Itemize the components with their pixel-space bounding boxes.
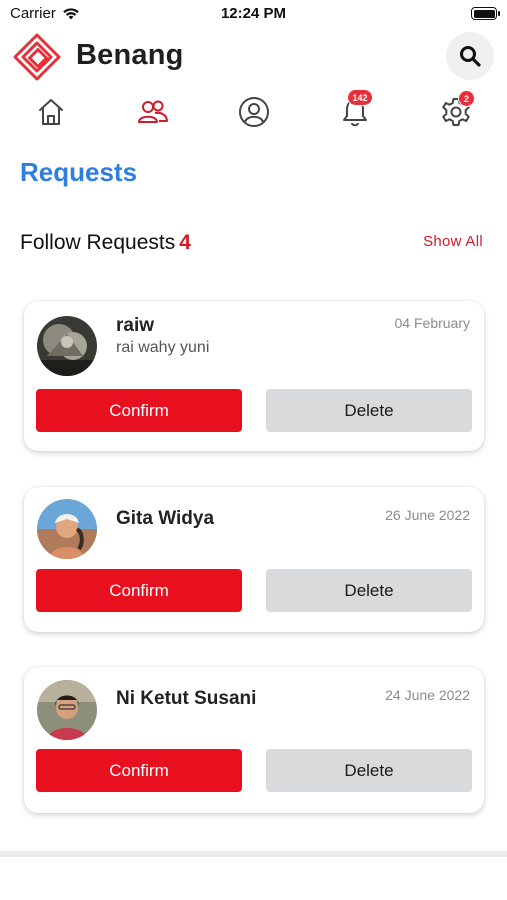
request-date: 26 June 2022 xyxy=(385,507,470,523)
request-user-name: Ni Ketut Susani xyxy=(116,688,257,709)
avatar xyxy=(37,680,97,740)
request-date: 04 February xyxy=(394,315,470,331)
delete-button[interactable]: Delete xyxy=(266,569,472,612)
home-icon xyxy=(39,99,63,125)
section-title: Follow Requests 4 xyxy=(20,231,191,255)
request-count: 4 xyxy=(179,231,191,254)
delete-button[interactable]: Delete xyxy=(266,389,472,432)
notification-badge: 142 xyxy=(347,89,373,106)
battery-icon xyxy=(471,7,500,20)
request-user-name: Gita Widya xyxy=(116,508,215,529)
request-date: 24 June 2022 xyxy=(385,687,470,703)
nav-home[interactable] xyxy=(31,92,71,132)
request-user-handle: rai wahy yuni xyxy=(116,339,210,356)
search-button[interactable] xyxy=(446,32,494,80)
confirm-button[interactable]: Confirm xyxy=(36,569,242,612)
section-label: Follow Requests xyxy=(20,231,176,254)
nav-settings[interactable]: 2 xyxy=(436,90,476,132)
status-bar: Carrier 12:24 PM xyxy=(0,0,507,28)
nav-profile[interactable] xyxy=(234,92,274,132)
confirm-button[interactable]: Confirm xyxy=(36,749,242,792)
request-user-name: raiw xyxy=(116,315,155,336)
request-card: Gita Widya 26 June 2022 Confirm Delete xyxy=(24,487,484,632)
show-all-link[interactable]: Show All xyxy=(423,233,483,250)
top-nav: 142 2 xyxy=(0,88,507,136)
confirm-button[interactable]: Confirm xyxy=(36,389,242,432)
users-icon xyxy=(138,100,168,123)
avatar xyxy=(37,316,97,376)
bottom-divider xyxy=(0,851,507,857)
nav-notifications[interactable]: 142 xyxy=(335,89,375,132)
delete-button[interactable]: Delete xyxy=(266,749,472,792)
nav-friends[interactable] xyxy=(133,92,173,132)
request-card: Ni Ketut Susani 24 June 2022 Confirm Del… xyxy=(24,667,484,813)
request-card: raiw rai wahy yuni 04 February Confirm D… xyxy=(24,301,484,451)
search-icon xyxy=(460,46,481,67)
status-time: 12:24 PM xyxy=(220,5,287,22)
page-title: Requests xyxy=(20,157,138,187)
profile-icon xyxy=(239,97,269,127)
app-title: Benang xyxy=(76,39,184,71)
benang-logo-icon xyxy=(12,32,62,82)
app-header: Benang xyxy=(0,30,507,82)
follow-requests-header: Follow Requests 4 Show All xyxy=(20,229,483,259)
settings-badge: 2 xyxy=(458,90,475,107)
avatar xyxy=(37,499,97,559)
